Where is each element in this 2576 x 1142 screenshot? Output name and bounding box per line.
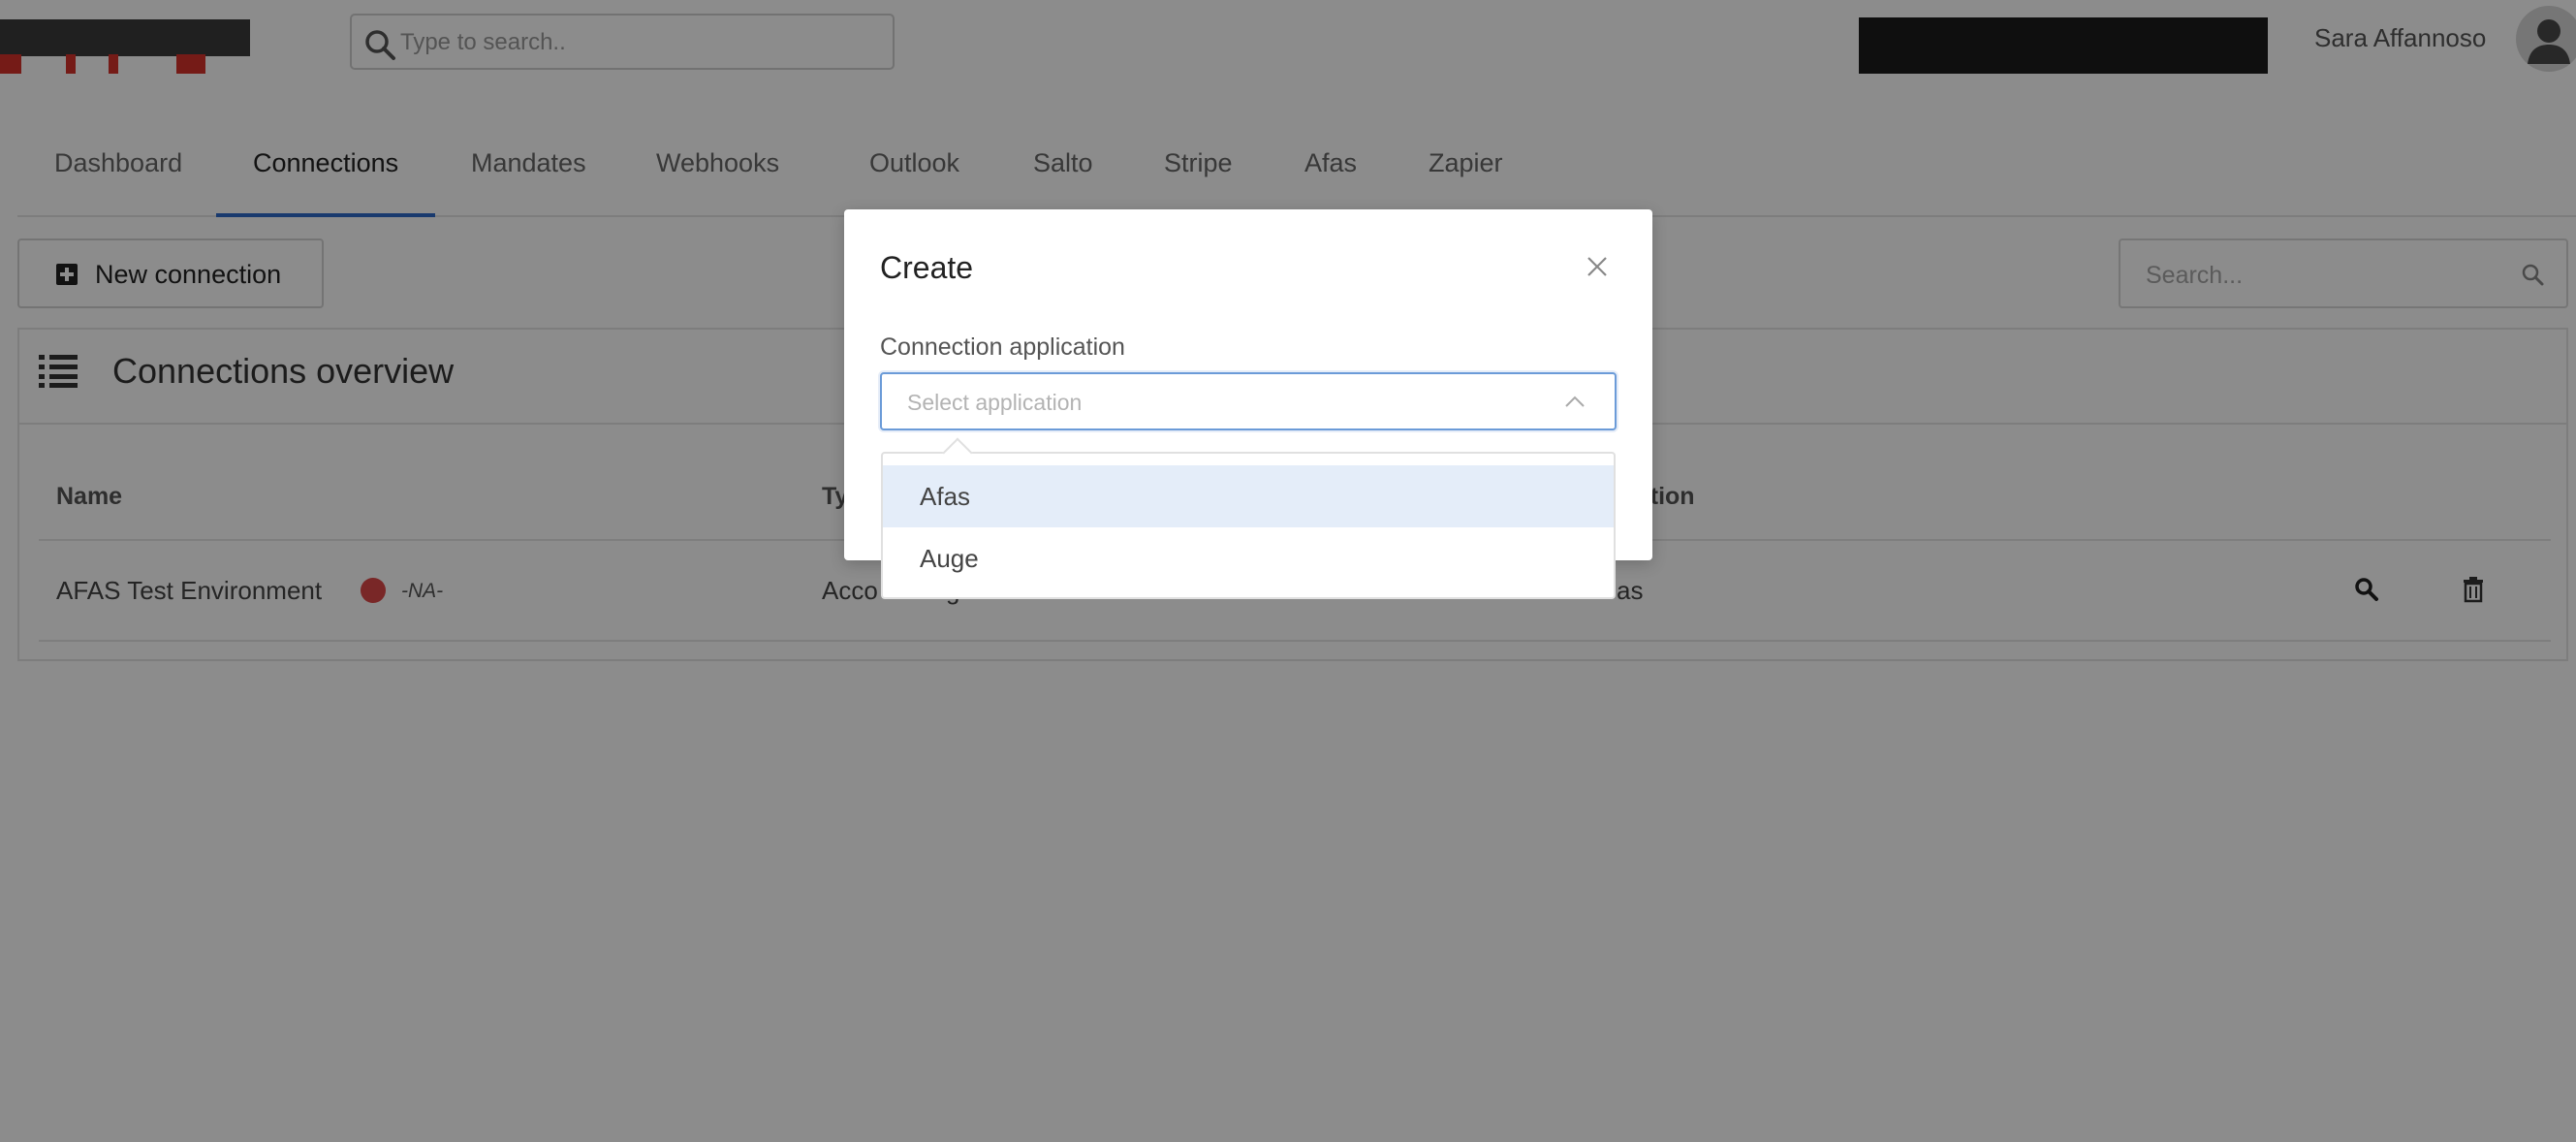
chevron-up-icon (1565, 396, 1585, 407)
connection-application-label: Connection application (880, 333, 1125, 361)
close-icon[interactable] (1583, 252, 1612, 281)
dialog-title: Create (880, 250, 974, 285)
option-auge[interactable]: Auge (883, 527, 1614, 589)
application-dropdown: Afas Auge (881, 437, 1616, 599)
select-placeholder: Select application (907, 390, 1083, 415)
application-select[interactable]: Select application (880, 372, 1617, 430)
option-afas[interactable]: Afas (883, 465, 1614, 527)
